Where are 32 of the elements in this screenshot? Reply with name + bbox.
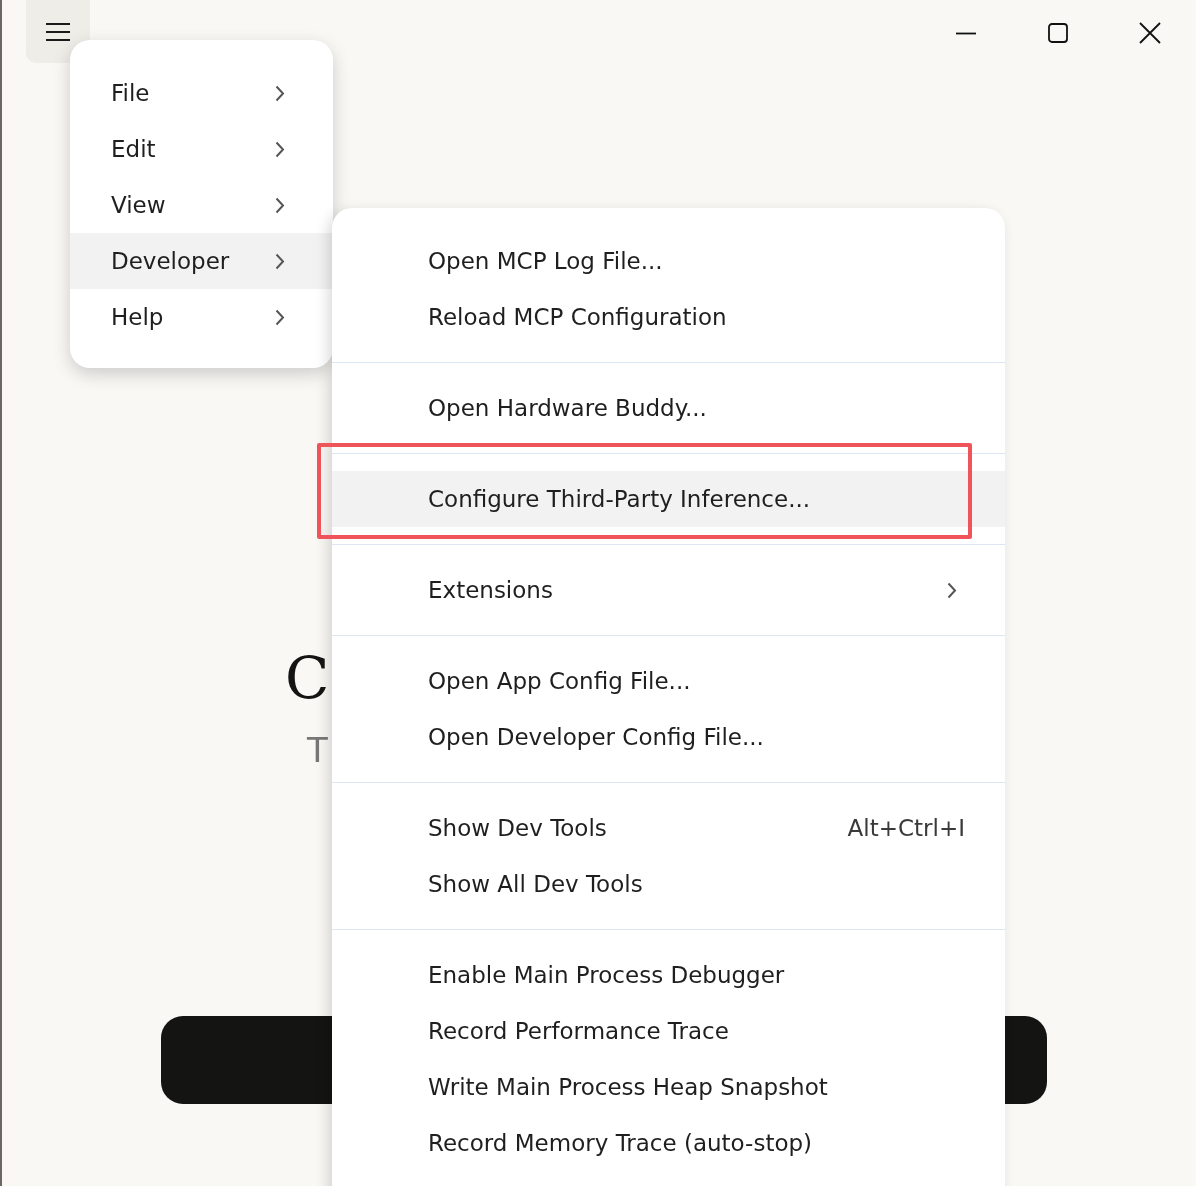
menu-button[interactable] [26,0,90,63]
maximize-icon [1047,22,1069,44]
menu-item[interactable]: Open Hardware Buddy... [332,380,1005,436]
chevron-icon [275,196,285,214]
menu-item[interactable]: Edit [70,121,333,177]
subtitle: T [307,729,328,772]
menu-icon [45,21,71,42]
menu-item[interactable]: Record Memory Trace (auto-stop) [332,1115,1005,1171]
chevron-icon [947,581,957,599]
menu-item[interactable]: Configure Third-Party Inference... [332,471,1005,527]
menu-item[interactable]: Enable Main Process Debugger [332,947,1005,1003]
menu-item[interactable]: Developer [70,233,333,289]
shortcut-text: Alt+Ctrl+I [847,813,965,843]
chevron-icon [275,252,285,270]
chevron-icon [275,140,285,158]
menu-item[interactable]: Open MCP Log File... [332,233,1005,289]
menu-item[interactable]: Show All Dev Tools [332,856,1005,912]
menu-item[interactable]: Record Performance Trace [332,1003,1005,1059]
menu-item[interactable]: Open Developer Config File... [332,709,1005,765]
menu-item[interactable]: View [70,177,333,233]
close-icon [1138,21,1162,45]
menu-item[interactable]: Help [70,289,333,345]
menu-item[interactable]: Write Main Process Heap Snapshot [332,1059,1005,1115]
menu-item[interactable]: File [70,65,333,121]
menu-item[interactable]: Show Dev Tools Alt+Ctrl+I [332,800,1005,856]
chevron-icon [275,308,285,326]
menu-item[interactable]: Open App Config File... [332,653,1005,709]
minimize-icon [955,31,977,35]
heading: C [285,643,330,714]
menu-item[interactable]: Extensions [332,562,1005,618]
menu-item[interactable]: Reload MCP Configuration [332,289,1005,345]
chevron-icon [275,84,285,102]
